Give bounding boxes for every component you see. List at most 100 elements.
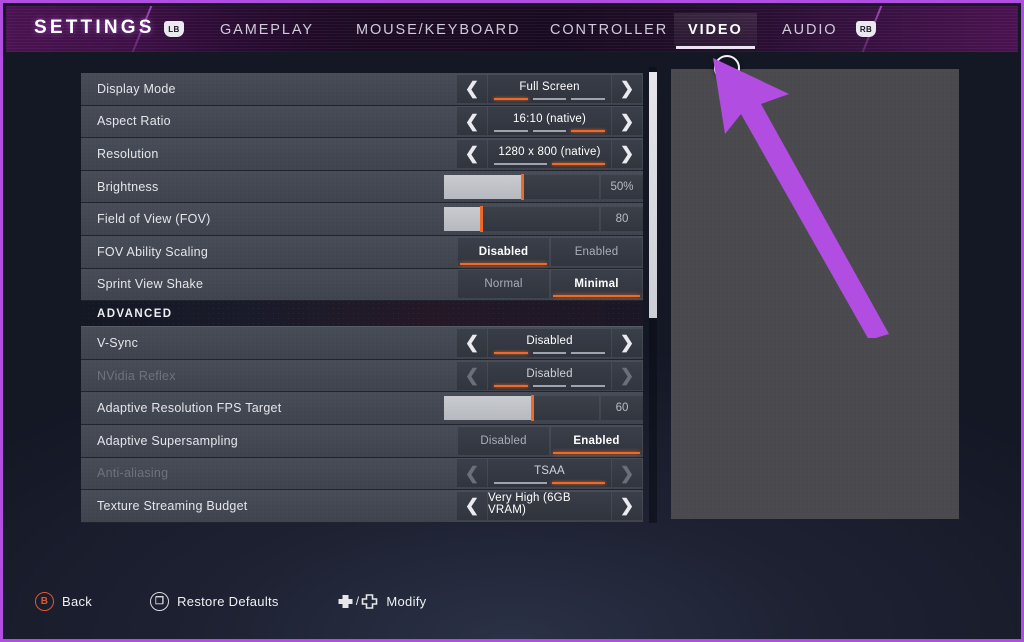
gamepad-button-icon: B xyxy=(35,591,54,611)
setting-value-text: Full Screen xyxy=(519,80,580,93)
option-position-indicator xyxy=(494,97,606,100)
slider-fill xyxy=(444,173,523,200)
setting-label: NVidia Reflex xyxy=(97,368,176,383)
setting-row-field-of-view-fov[interactable]: Field of View (FOV) 80 xyxy=(81,203,643,236)
toggle-option-enabled[interactable]: Enabled xyxy=(551,237,642,266)
setting-row-display-mode[interactable]: Display Mode ❮ Full Screen ❯ xyxy=(81,73,643,106)
setting-value-texture-streaming-budget[interactable]: Very High (6GB VRAM) xyxy=(488,491,611,520)
chevron-left-icon[interactable]: ❮ xyxy=(457,107,487,136)
setting-value-nvidia-reflex[interactable]: Disabled xyxy=(488,361,611,390)
setting-row-resolution[interactable]: Resolution ❮ 1280 x 800 (native) ❯ xyxy=(81,138,643,171)
option-segment xyxy=(552,162,605,165)
option-segment xyxy=(532,97,567,100)
setting-label: Field of View (FOV) xyxy=(97,212,211,227)
chevron-right-icon[interactable]: ❯ xyxy=(612,139,642,168)
toggle-option-enabled[interactable]: Enabled xyxy=(551,426,642,455)
chevron-left-icon[interactable]: ❮ xyxy=(457,459,487,488)
chevron-right-icon[interactable]: ❯ xyxy=(612,459,642,488)
slider-adaptive-resolution-fps-target[interactable] xyxy=(444,395,599,422)
setting-row-sprint-view-shake[interactable]: Sprint View Shake Normal Minimal xyxy=(81,268,643,302)
slider-brightness[interactable] xyxy=(444,173,599,200)
setting-label: Texture Streaming Budget xyxy=(97,498,248,513)
setting-row-brightness[interactable]: Brightness 50% xyxy=(81,170,643,204)
setting-label: Resolution xyxy=(97,146,159,161)
bumper-rb-icon[interactable]: RB xyxy=(856,21,876,37)
setting-value-text: 16:10 (native) xyxy=(512,113,587,126)
settings-scrollbar-thumb[interactable] xyxy=(649,71,657,318)
setting-row-texture-streaming-budget[interactable]: Texture Streaming Budget ❮ Very High (6GB … xyxy=(81,490,643,523)
option-segment xyxy=(571,384,606,387)
setting-label: Adaptive Resolution FPS Target xyxy=(97,401,282,416)
option-segment xyxy=(552,482,605,485)
slider-field-of-view-fov[interactable] xyxy=(444,206,599,233)
setting-value-resolution[interactable]: 1280 x 800 (native) xyxy=(488,139,611,168)
bumper-lb-icon[interactable]: LB xyxy=(164,21,184,37)
page-title: SETTINGS xyxy=(34,17,155,38)
tab-audio[interactable]: AUDIO xyxy=(768,13,851,46)
option-segment xyxy=(571,130,606,133)
setting-value-aspect-ratio[interactable]: 16:10 (native) xyxy=(488,107,611,136)
option-segment xyxy=(571,351,606,354)
setting-label: FOV Ability Scaling xyxy=(97,244,209,259)
footer-button-label: Restore Defaults xyxy=(177,593,279,609)
option-position-indicator xyxy=(494,384,606,387)
toggle-option-minimal[interactable]: Minimal xyxy=(551,270,642,299)
tab-controller[interactable]: CONTROLLER xyxy=(536,13,682,46)
setting-value-anti-aliasing[interactable]: TSAA xyxy=(488,459,611,488)
setting-label: Adaptive Supersampling xyxy=(97,433,238,448)
game-settings-screen: SETTINGS LB RB GAMEPLAY MOUSE/KEYBOARD CON… xyxy=(0,0,1024,642)
chevron-left-icon[interactable]: ❮ xyxy=(457,74,487,103)
setting-row-aspect-ratio[interactable]: Aspect Ratio ❮ 16:10 (native) ❯ xyxy=(81,105,643,139)
option-segment xyxy=(494,482,547,485)
option-segment xyxy=(494,162,547,165)
chevron-left-icon[interactable]: ❮ xyxy=(457,491,487,520)
chevron-right-icon[interactable]: ❯ xyxy=(612,361,642,390)
toggle-option-normal[interactable]: Normal xyxy=(458,270,549,299)
settings-scrollbar-track[interactable] xyxy=(649,67,657,523)
option-segment xyxy=(532,351,567,354)
option-segment xyxy=(571,97,606,100)
footer-button-back[interactable]: B Back xyxy=(35,591,93,611)
setting-label: Brightness xyxy=(97,179,159,194)
tab-gameplay[interactable]: GAMEPLAY xyxy=(206,13,328,46)
setting-row-v-sync[interactable]: V-Sync ❮ Disabled ❯ xyxy=(81,327,643,360)
setting-value-text: Very High (6GB VRAM) xyxy=(488,491,571,516)
option-segment xyxy=(532,130,567,133)
tab-mouse-keyboard[interactable]: MOUSE/KEYBOARD xyxy=(342,13,534,46)
setting-value-text: 1280 x 800 (native) xyxy=(498,145,601,158)
tab-video[interactable]: VIDEO xyxy=(674,13,757,49)
chevron-left-icon[interactable]: ❮ xyxy=(457,361,487,390)
setting-value-v-sync[interactable]: Disabled xyxy=(488,328,611,357)
dpad-icon: / xyxy=(337,593,379,609)
chevron-right-icon[interactable]: ❯ xyxy=(612,74,642,103)
setting-row-nvidia-reflex[interactable]: NVidia Reflex ❮ Disabled ❯ xyxy=(81,359,643,393)
chevron-left-icon[interactable]: ❮ xyxy=(457,139,487,168)
setting-label: Aspect Ratio xyxy=(97,114,171,129)
settings-list: Display Mode ❮ Full Screen ❯ Aspect Ratio ❮ 16… xyxy=(81,73,643,523)
annotation-arrow-icon xyxy=(713,58,889,338)
option-position-indicator xyxy=(494,482,605,485)
chevron-right-icon[interactable]: ❯ xyxy=(612,328,642,357)
footer-button-label: Back xyxy=(62,593,93,609)
option-position-indicator xyxy=(494,162,605,165)
chevron-left-icon[interactable]: ❮ xyxy=(457,328,487,357)
setting-value-text: TSAA xyxy=(534,465,565,478)
slider-value: 50% xyxy=(601,174,643,199)
setting-label: Sprint View Shake xyxy=(97,277,204,292)
setting-value-display-mode[interactable]: Full Screen xyxy=(488,74,611,103)
setting-row-fov-ability-scaling[interactable]: FOV Ability Scaling Disabled Enabled xyxy=(81,235,643,269)
setting-row-adaptive-resolution-fps-target[interactable]: Adaptive Resolution FPS Target 60 xyxy=(81,392,643,425)
slider-fill xyxy=(444,206,484,233)
section-header-advanced: ADVANCED xyxy=(81,301,643,328)
setting-value-text: Disabled xyxy=(526,334,573,347)
chevron-right-icon[interactable]: ❯ xyxy=(612,491,642,520)
footer-button-restore-defaults[interactable]: ❐ Restore Defaults xyxy=(150,591,279,611)
setting-label: V-Sync xyxy=(97,335,139,350)
toggle-option-disabled[interactable]: Disabled xyxy=(458,237,549,266)
setting-row-adaptive-supersampling[interactable]: Adaptive Supersampling Disabled Enabled xyxy=(81,424,643,458)
footer-button-label: Modify xyxy=(386,593,427,609)
chevron-right-icon[interactable]: ❯ xyxy=(612,107,642,136)
toggle-option-disabled[interactable]: Disabled xyxy=(458,426,549,455)
setting-row-anti-aliasing[interactable]: Anti-aliasing ❮ TSAA ❯ xyxy=(81,457,643,491)
footer-button-modify[interactable]: / Modify xyxy=(337,594,427,609)
